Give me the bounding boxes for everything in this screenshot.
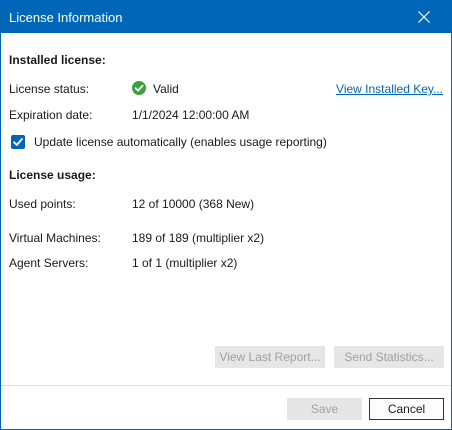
virtual-machines-label: Virtual Machines: — [9, 231, 101, 245]
cancel-button[interactable]: Cancel — [369, 398, 444, 420]
expiration-date-value: 1/1/2024 12:00:00 AM — [132, 108, 250, 122]
used-points-label: Used points: — [9, 197, 76, 211]
check-circle-icon — [132, 81, 146, 95]
license-status-label: License status: — [9, 82, 90, 96]
close-icon — [418, 11, 430, 23]
title-bar: License Information — [1, 1, 451, 33]
checkmark-icon — [13, 138, 23, 146]
license-usage-heading: License usage: — [9, 168, 96, 182]
view-last-report-button[interactable]: View Last Report... — [215, 346, 325, 368]
close-button[interactable] — [401, 2, 447, 32]
auto-update-label[interactable]: Update license automatically (enables us… — [34, 135, 327, 149]
view-installed-key-link[interactable]: View Installed Key... — [336, 82, 443, 96]
license-status-value: Valid — [153, 82, 179, 96]
agent-servers-value: 1 of 1 (multiplier x2) — [132, 256, 238, 270]
used-points-value: 12 of 10000 (368 New) — [132, 197, 255, 211]
installed-license-heading: Installed license: — [9, 53, 106, 67]
agent-servers-label: Agent Servers: — [9, 256, 89, 270]
dialog-title: License Information — [9, 10, 123, 25]
expiration-date-label: Expiration date: — [9, 108, 93, 122]
send-statistics-button[interactable]: Send Statistics... — [334, 346, 444, 368]
footer-divider — [1, 385, 451, 386]
auto-update-checkbox[interactable] — [11, 135, 25, 149]
license-information-dialog: License Information Installed license: L… — [0, 0, 452, 430]
save-button[interactable]: Save — [287, 398, 362, 420]
virtual-machines-value: 189 of 189 (multiplier x2) — [132, 231, 265, 245]
